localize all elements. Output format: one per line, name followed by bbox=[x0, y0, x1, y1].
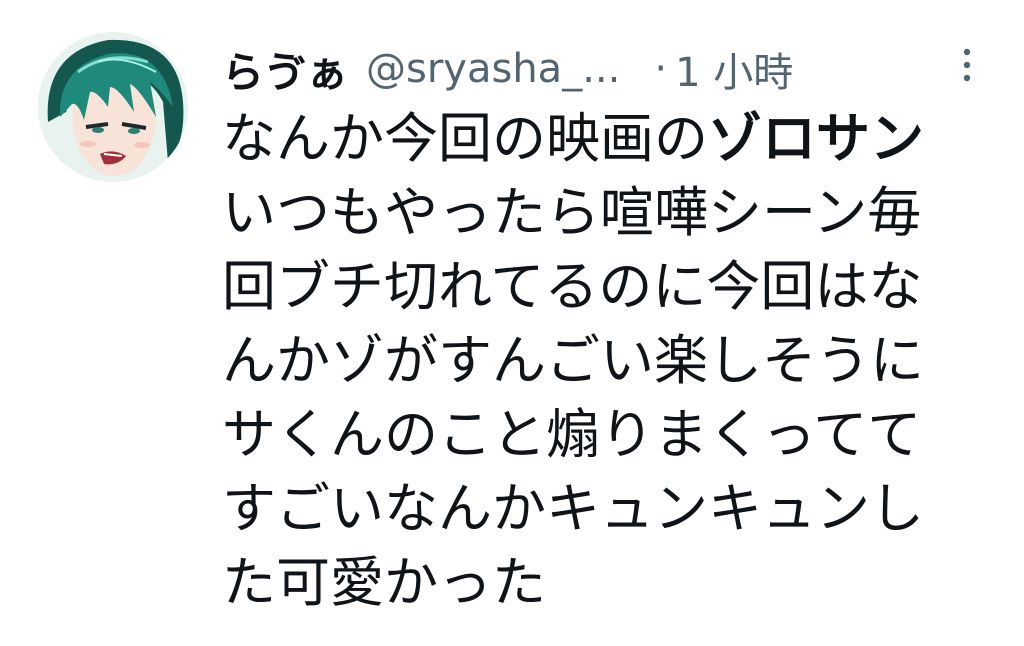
tweet-text-line-1-prefix: なんか今回の映画の bbox=[222, 107, 708, 170]
tweet-header: らゔぁ @sryasha_... · 1 小時 bbox=[222, 38, 793, 100]
tweet-text-line-3: 回ブチ切れてるのに今回はな bbox=[222, 255, 923, 318]
header-separator: · bbox=[654, 46, 668, 92]
tweet-text-bold-term: ゾロサン bbox=[708, 107, 924, 170]
more-vertical-icon[interactable] bbox=[955, 44, 979, 86]
tweet-text: なんか今回の映画のゾロサン いつもやったら喧嘩シーン毎 回ブチ切れてるのに今回は… bbox=[222, 102, 1002, 620]
tweet-text-line-1: なんか今回の映画のゾロサン bbox=[222, 102, 1002, 176]
author-display-name[interactable]: らゔぁ bbox=[222, 39, 348, 100]
tweet-card[interactable]: らゔぁ @sryasha_... · 1 小時 なんか今回の映画のゾロサン いつ… bbox=[0, 0, 1024, 646]
tweet-text-line-7: た可愛かった bbox=[222, 551, 546, 614]
author-handle[interactable]: @sryasha_... bbox=[366, 46, 620, 92]
tweet-text-line-5: サくんのこと煽りまくってて bbox=[222, 403, 922, 466]
tweet-text-line-2: いつもやったら喧嘩シーン毎 bbox=[222, 181, 922, 244]
tweet-text-line-6: すごいなんかキュンキュンし bbox=[222, 477, 924, 540]
user-avatar-icon[interactable] bbox=[38, 32, 188, 182]
tweet-text-line-4: んかゾがすんごい楽しそうに bbox=[222, 329, 924, 392]
tweet-timestamp[interactable]: 1 小時 bbox=[675, 40, 793, 98]
